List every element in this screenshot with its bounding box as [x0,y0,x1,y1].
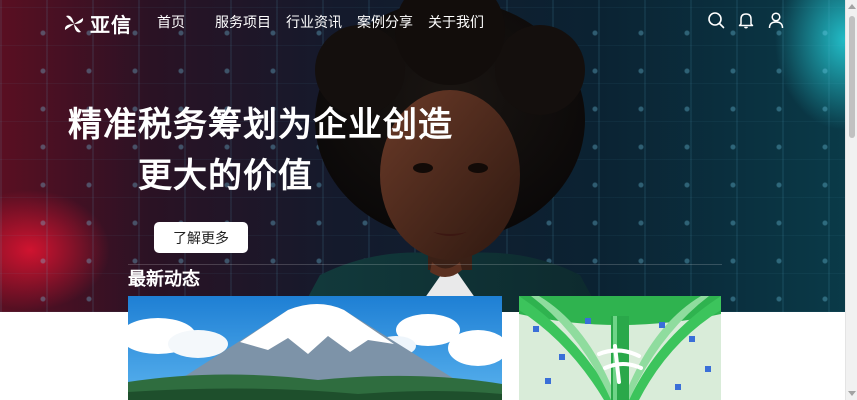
nav-item-services[interactable]: 服务项目 [215,12,271,32]
page-scrollbar[interactable] [845,0,857,400]
bell-icon[interactable] [737,11,755,29]
main-nav: 首页 服务项目 行业资讯 案例分享 关于我们 [157,12,484,32]
green-arch-image [519,296,721,400]
news-section-title: 最新动态 [128,269,200,290]
scroll-up-arrow-icon[interactable] [848,4,856,9]
brand-logo[interactable]: 亚信 [62,9,132,38]
header-tools [707,11,785,29]
user-icon[interactable] [767,11,785,29]
nav-item-about-us[interactable]: 关于我们 [428,12,484,32]
scroll-thumb[interactable] [849,16,855,138]
mountain-image [128,296,502,400]
learn-more-button[interactable]: 了解更多 [154,222,248,253]
scroll-down-arrow-icon[interactable] [848,391,856,396]
hero-divider [128,264,722,265]
brand-name: 亚信 [90,13,132,37]
nav-item-industry-news[interactable]: 行业资讯 [286,12,342,32]
news-card-mountain[interactable] [128,296,502,400]
nav-item-case-studies[interactable]: 案例分享 [357,12,413,32]
search-icon[interactable] [707,11,725,29]
pinwheel-logo-icon [64,15,84,32]
hero-title-line-1: 精准税务筹划为企业创造 [68,105,453,145]
news-card-green-arch[interactable] [519,296,721,400]
nav-item-home[interactable]: 首页 [157,12,185,32]
hero-title-line-2: 更大的价值 [138,156,313,196]
hero-banner: 亚信 首页 服务项目 行业资讯 案例分享 关于我们 精准税务筹划为企业创造 更大… [0,0,845,312]
hero-portrait-image [300,0,600,312]
top-navigation-bar: 亚信 首页 服务项目 行业资讯 案例分享 关于我们 [0,0,845,42]
